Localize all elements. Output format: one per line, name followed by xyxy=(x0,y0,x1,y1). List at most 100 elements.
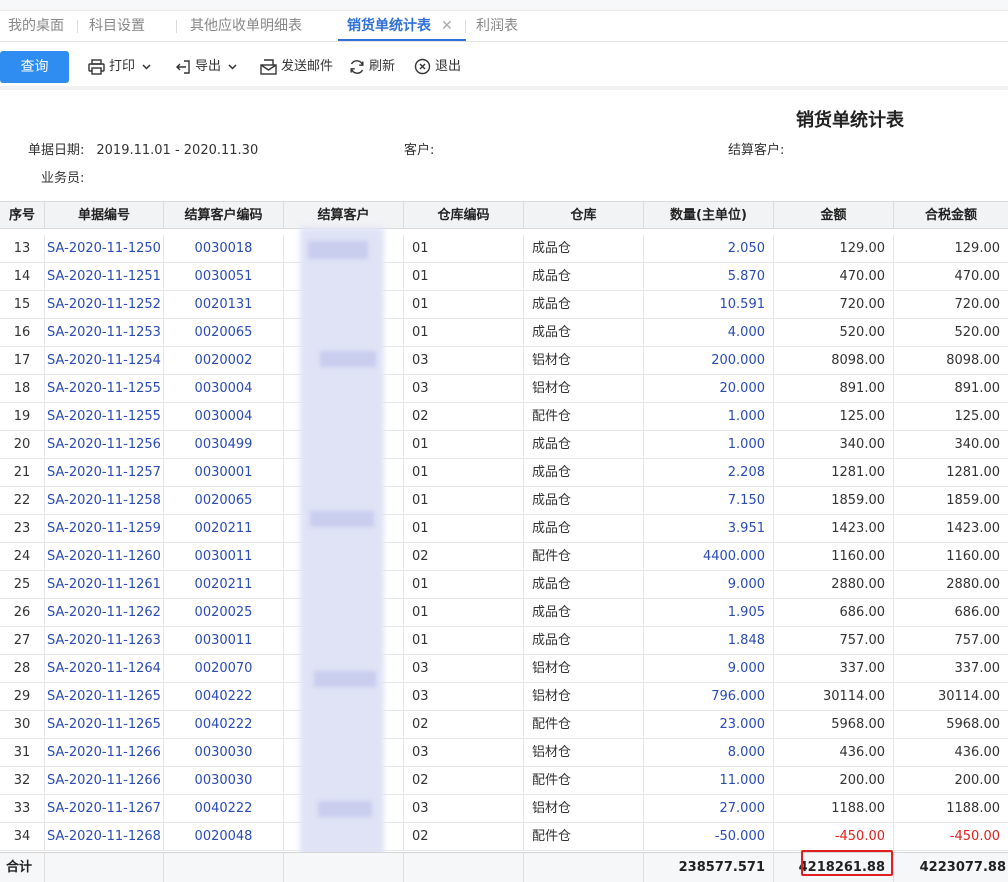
doc-number-link[interactable]: SA-2020-11-1258 xyxy=(45,487,164,515)
tab-subject-settings[interactable]: 科目设置 xyxy=(89,10,145,42)
customer-code-link[interactable]: 0020002 xyxy=(164,347,284,375)
table-row[interactable]: 31 SA-2020-11-1266 0030030 03 铝材仓 8.000 436.00… xyxy=(0,739,1008,767)
table-row[interactable]: 14 SA-2020-11-1251 0030051 01 成品仓 5.870 470.00… xyxy=(0,263,1008,291)
amount: 129.00 xyxy=(774,235,894,263)
email-icon xyxy=(260,58,277,75)
customer-code-link[interactable]: 0020025 xyxy=(164,599,284,627)
customer-code-link[interactable]: 0030004 xyxy=(164,403,284,431)
row-seq: 34 xyxy=(0,823,45,851)
column-header[interactable]: 数量(主单位) xyxy=(644,202,774,229)
doc-number-link[interactable]: SA-2020-11-1254 xyxy=(45,347,164,375)
column-header[interactable]: 合税金额 xyxy=(894,202,1008,229)
table-row[interactable]: 34 SA-2020-11-1268 0020048 02 配件仓 -50.000 -450… xyxy=(0,823,1008,851)
customer-code-link[interactable]: 0040222 xyxy=(164,711,284,739)
column-header[interactable]: 结算客户编码 xyxy=(164,202,284,229)
customer-code-link[interactable]: 0030030 xyxy=(164,739,284,767)
doc-number-link[interactable]: SA-2020-11-1256 xyxy=(45,431,164,459)
doc-number-link[interactable]: SA-2020-11-1264 xyxy=(45,655,164,683)
table-row[interactable]: 26 SA-2020-11-1262 0020025 01 成品仓 1.905 686.00… xyxy=(0,599,1008,627)
column-header[interactable]: 结算客户 xyxy=(284,202,404,229)
customer-code-link[interactable]: 0030004 xyxy=(164,375,284,403)
exit-button[interactable]: 退出 xyxy=(414,51,461,83)
tab-sales-statistics[interactable]: 销货单统计表 xyxy=(347,10,431,42)
customer-code-link[interactable]: 0030018 xyxy=(164,235,284,263)
quantity: 9.000 xyxy=(644,571,774,599)
table-row[interactable]: 22 SA-2020-11-1258 0020065 01 成品仓 7.150 1859.0… xyxy=(0,487,1008,515)
tax-amount: 757.00 xyxy=(954,633,1001,648)
row-seq: 28 xyxy=(0,655,45,683)
doc-number-link[interactable]: SA-2020-11-1266 xyxy=(45,767,164,795)
table-row[interactable]: 20 SA-2020-11-1256 0030499 01 成品仓 1.000 340.00… xyxy=(0,431,1008,459)
doc-number-link[interactable]: SA-2020-11-1259 xyxy=(45,515,164,543)
customer-code-link[interactable]: 0020048 xyxy=(164,823,284,851)
doc-number-link[interactable]: SA-2020-11-1261 xyxy=(45,571,164,599)
tab-my-desktop[interactable]: 我的桌面 xyxy=(8,10,64,42)
doc-number-link[interactable]: SA-2020-11-1267 xyxy=(45,795,164,823)
table-row[interactable]: 21 SA-2020-11-1257 0030001 01 成品仓 2.208 1281.0… xyxy=(0,459,1008,487)
customer-code-link[interactable]: 0040222 xyxy=(164,795,284,823)
customer-code-link[interactable]: 0020131 xyxy=(164,291,284,319)
column-header[interactable]: 序号 xyxy=(0,202,45,229)
send-email-button[interactable]: 发送邮件 xyxy=(260,51,333,83)
tab-close-icon[interactable]: ✕ xyxy=(441,10,453,42)
customer-code-link[interactable]: 0030030 xyxy=(164,767,284,795)
table-row[interactable]: 33 SA-2020-11-1267 0040222 03 铝材仓 27.000 1188.… xyxy=(0,795,1008,823)
doc-number-link[interactable]: SA-2020-11-1251 xyxy=(45,263,164,291)
customer-code-link[interactable]: 0020070 xyxy=(164,655,284,683)
customer-code-link[interactable]: 0040222 xyxy=(164,683,284,711)
table-row[interactable]: 17 SA-2020-11-1254 0020002 03 铝材仓 200.000 8098… xyxy=(0,347,1008,375)
print-button[interactable]: 打印 xyxy=(88,51,155,83)
table-row[interactable]: 30 SA-2020-11-1265 0040222 02 配件仓 23.000 5968.… xyxy=(0,711,1008,739)
customer-code-link[interactable]: 0020065 xyxy=(164,487,284,515)
table-row[interactable]: 13 SA-2020-11-1250 0030018 01 成品仓 2.050 129.00… xyxy=(0,235,1008,263)
doc-number-link[interactable]: SA-2020-11-1252 xyxy=(45,291,164,319)
doc-number-link[interactable]: SA-2020-11-1263 xyxy=(45,627,164,655)
customer-code-link[interactable]: 0030499 xyxy=(164,431,284,459)
customer-code-link[interactable]: 0030011 xyxy=(164,627,284,655)
table-row[interactable]: 28 SA-2020-11-1264 0020070 03 铝材仓 9.000 337.00… xyxy=(0,655,1008,683)
doc-number-link[interactable]: SA-2020-11-1250 xyxy=(45,235,164,263)
quantity: 7.150 xyxy=(644,487,774,515)
table-row[interactable]: 27 SA-2020-11-1263 0030011 01 成品仓 1.848 757.00… xyxy=(0,627,1008,655)
table-row[interactable]: 16 SA-2020-11-1253 0020065 01 成品仓 4.000 520.00… xyxy=(0,319,1008,347)
column-header[interactable]: 仓库 xyxy=(524,202,644,229)
doc-number-link[interactable]: SA-2020-11-1265 xyxy=(45,711,164,739)
amount: 520.00 xyxy=(774,319,894,347)
table-row[interactable]: 19 SA-2020-11-1255 0030004 02 配件仓 1.000 125.00… xyxy=(0,403,1008,431)
warehouse-code: 01 xyxy=(404,571,524,599)
doc-number-link[interactable]: SA-2020-11-1268 xyxy=(45,823,164,851)
table-row[interactable]: 23 SA-2020-11-1259 0020211 01 成品仓 3.951 1423.0… xyxy=(0,515,1008,543)
table-row[interactable]: 32 SA-2020-11-1266 0030030 02 配件仓 11.000 200.0… xyxy=(0,767,1008,795)
customer-code-link[interactable]: 0020065 xyxy=(164,319,284,347)
doc-number-link[interactable]: SA-2020-11-1255 xyxy=(45,403,164,431)
table-row[interactable]: 25 SA-2020-11-1261 0020211 01 成品仓 9.000 2880.0… xyxy=(0,571,1008,599)
export-button[interactable]: 导出 xyxy=(175,51,241,83)
tab-profit-statement[interactable]: 利润表 xyxy=(476,10,518,42)
doc-number-link[interactable]: SA-2020-11-1260 xyxy=(45,543,164,571)
customer-code-link[interactable]: 0030011 xyxy=(164,543,284,571)
customer-code-link[interactable]: 0030001 xyxy=(164,459,284,487)
doc-number-link[interactable]: SA-2020-11-1253 xyxy=(45,319,164,347)
amount: 8098.00 xyxy=(774,347,894,375)
query-button[interactable]: 查询 xyxy=(0,51,69,83)
table-row[interactable]: 15 SA-2020-11-1252 0020131 01 成品仓 10.591 720.0… xyxy=(0,291,1008,319)
refresh-button[interactable]: 刷新 xyxy=(349,51,395,83)
customer-code-link[interactable]: 0030051 xyxy=(164,263,284,291)
doc-number-link[interactable]: SA-2020-11-1257 xyxy=(45,459,164,487)
column-header[interactable]: 仓库编码 xyxy=(404,202,524,229)
quantity: 1.000 xyxy=(644,403,774,431)
column-header[interactable]: 单据编号 xyxy=(45,202,164,229)
doc-number-link[interactable]: SA-2020-11-1266 xyxy=(45,739,164,767)
tab-other-receivable-detail[interactable]: 其他应收单明细表 xyxy=(190,10,302,42)
doc-number-link[interactable]: SA-2020-11-1255 xyxy=(45,375,164,403)
doc-number-link[interactable]: SA-2020-11-1265 xyxy=(45,683,164,711)
table-row[interactable]: 18 SA-2020-11-1255 0030004 03 铝材仓 20.000 891.0… xyxy=(0,375,1008,403)
table-row[interactable]: 29 SA-2020-11-1265 0040222 03 铝材仓 796.000 3011… xyxy=(0,683,1008,711)
column-header[interactable]: 金额 xyxy=(774,202,894,229)
tax-amount: 720.00 xyxy=(954,297,1001,312)
customer-code-link[interactable]: 0020211 xyxy=(164,515,284,543)
doc-number-link[interactable]: SA-2020-11-1262 xyxy=(45,599,164,627)
table-row[interactable]: 24 SA-2020-11-1260 0030011 02 配件仓 4400.000 116… xyxy=(0,543,1008,571)
row-seq: 21 xyxy=(0,459,45,487)
customer-code-link[interactable]: 0020211 xyxy=(164,571,284,599)
